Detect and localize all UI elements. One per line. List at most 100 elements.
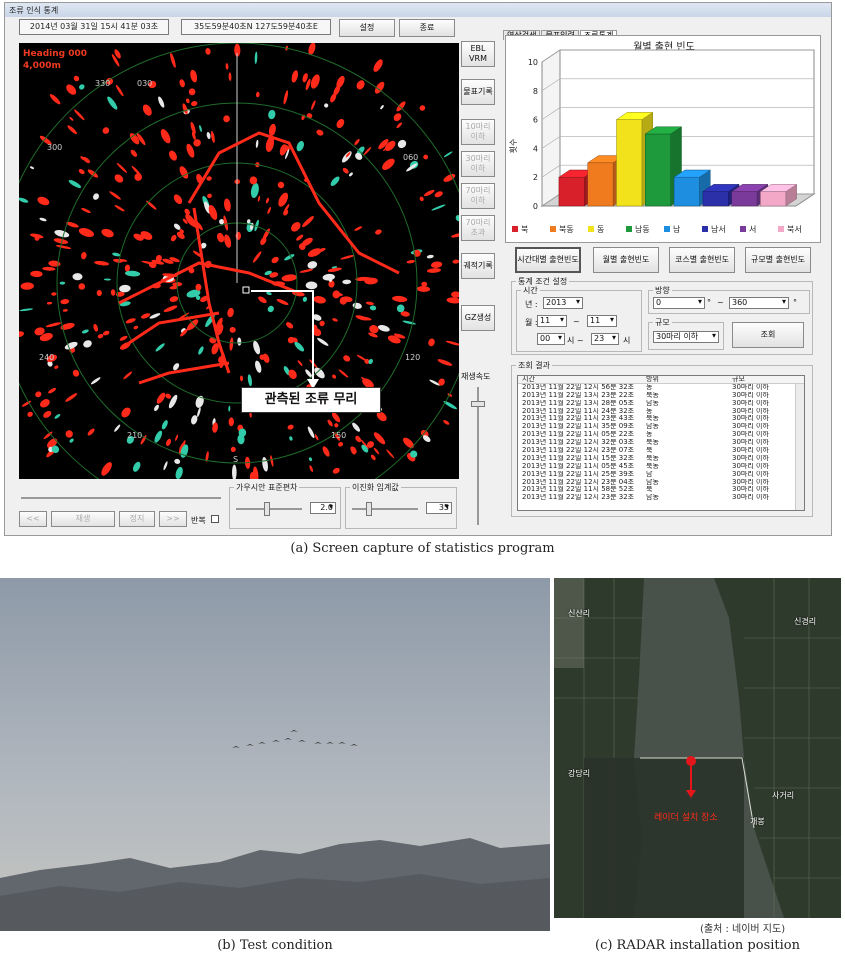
chart-bar-front — [645, 133, 671, 207]
datetime-display: 2014년 03월 31일 15시 41분 03초 — [19, 19, 169, 35]
stat-monthly-button[interactable]: 월별 출현빈도 — [593, 247, 659, 273]
row-scale: 30마리 이하 — [732, 415, 769, 423]
under-10-button[interactable]: 10마리 이하 — [461, 119, 495, 145]
legend-swatch — [588, 226, 594, 232]
direction-to-input[interactable]: 360 — [729, 297, 789, 309]
chart-bar-front — [587, 162, 614, 207]
stat-course-button[interactable]: 코스별 출현빈도 — [669, 247, 735, 273]
month-from-select[interactable]: 11 — [537, 315, 567, 327]
play-button[interactable]: 재생 — [51, 511, 115, 527]
threshold-value[interactable]: 35 — [426, 502, 452, 514]
under-70-button[interactable]: 70마리 이하 — [461, 183, 495, 209]
chart-ytick-label: 8 — [533, 87, 538, 96]
row-bearing: 북 — [646, 486, 653, 494]
bearing-150: 150 — [331, 431, 347, 440]
row-time: 2013년 11월 22일 12시 56분 32초 — [522, 383, 635, 391]
row-time: 2013년 11월 22일 11시 05분 22초 — [522, 431, 635, 439]
repeat-checkbox[interactable] — [211, 515, 219, 523]
gaussian-thumb[interactable] — [264, 502, 270, 516]
row-scale: 30마리 이하 — [732, 439, 769, 447]
prev-button[interactable]: << — [19, 511, 47, 527]
direction-from-unit: ° — [707, 298, 711, 307]
table-row[interactable]: 2013년 11월 22일 13시 28분 05초 남동 30마리 이하 — [518, 400, 804, 408]
row-time: 2013년 11월 22일 11시 58분 52초 — [522, 486, 635, 494]
row-scale: 30마리 이하 — [732, 470, 769, 478]
gz-generate-button[interactable]: GZ생성 — [461, 305, 495, 331]
timeline-slider[interactable] — [21, 497, 221, 499]
table-row[interactable]: 2013년 11월 22일 12시 23분 32초 남동 30마리 이하 — [518, 494, 804, 502]
row-scale: 30마리 이하 — [732, 478, 769, 486]
query-button[interactable]: 조회 — [732, 322, 804, 348]
chart-ytick-label: 2 — [533, 173, 538, 182]
window-title: 조류 인식 통계 — [9, 6, 59, 15]
table-row[interactable]: 2013년 11월 22일 13시 23분 22초 북동 30마리 이하 — [518, 392, 804, 400]
stat-hourly-button[interactable]: 시간대별 출현빈도 — [515, 247, 581, 273]
results-scrollbar[interactable] — [795, 384, 804, 510]
results-list[interactable]: 시간 방위 규모 2013년 11월 22일 12시 56분 32초 동 30마리 … — [517, 375, 805, 511]
table-row[interactable]: 2013년 11월 22일 12시 32분 03초 북동 30마리 이하 — [518, 439, 804, 447]
over-70-button[interactable]: 70마리 초과 — [461, 215, 495, 241]
gaussian-value[interactable]: 2.0 — [310, 502, 336, 514]
table-row[interactable]: 2013년 11월 22일 11시 05분 45초 북동 30마리 이하 — [518, 463, 804, 471]
header-bearing[interactable]: 방위 — [646, 376, 732, 383]
header-scale[interactable]: 규모 — [732, 376, 792, 383]
row-scale: 30마리 이하 — [732, 486, 769, 494]
app-window: 조류 인식 통계 2014년 03월 31일 15시 41분 03초 35도59… — [4, 2, 832, 536]
hour-unit: 시 — [623, 336, 631, 345]
scale-group: 규모 30마리 이하 — [648, 317, 724, 350]
table-row[interactable]: 2013년 11월 22일 12시 23분 07초 북 30마리 이하 — [518, 447, 804, 455]
table-row[interactable]: 2013년 11월 22일 11시 23분 43초 북동 30마리 이하 — [518, 415, 804, 423]
radar-display[interactable]: Heading 000 4,000m 330 030 060 120 150 2… — [19, 43, 459, 479]
map-source: (출처 : 네이버 지도) — [700, 924, 786, 935]
month-label: 월 : — [525, 318, 538, 327]
threshold-slider[interactable] — [352, 508, 418, 510]
table-row[interactable]: 2013년 11월 22일 11시 24분 32초 동 30마리 이하 — [518, 408, 804, 416]
stat-scale-button[interactable]: 규모별 출현빈도 — [745, 247, 811, 273]
threshold-group: 이진화 임계값 35 — [345, 482, 457, 529]
row-bearing: 북 — [646, 447, 653, 455]
row-time: 2013년 11월 22일 12시 23분 07초 — [522, 447, 635, 455]
bearing-210: 210 — [127, 431, 143, 440]
row-scale: 30마리 이하 — [732, 407, 769, 415]
direction-tilde: ~ — [717, 298, 724, 307]
month-to-select[interactable]: 11 — [587, 315, 617, 327]
stop-button[interactable]: 정지 — [119, 511, 155, 527]
settings-button[interactable]: 설정 — [339, 19, 395, 37]
row-bearing: 북동 — [646, 439, 659, 447]
gaussian-label: 가우시안 표준편차 — [234, 482, 300, 493]
sky-mountain-image — [0, 578, 550, 931]
target-record-button[interactable]: 물표기록 — [461, 79, 495, 105]
playback-speed-thumb[interactable] — [471, 401, 485, 407]
table-row[interactable]: 2013년 11월 22일 11시 15분 32초 북동 30마리 이하 — [518, 455, 804, 463]
hour-to-select[interactable]: 23 — [591, 333, 619, 345]
exit-button[interactable]: 종료 — [399, 19, 455, 37]
row-scale: 30마리 이하 — [732, 383, 769, 391]
ebl-vrm-button[interactable]: EBL VRM — [461, 41, 495, 67]
next-button[interactable]: >> — [159, 511, 187, 527]
caption-b: (b) Test condition — [217, 938, 333, 953]
year-select[interactable]: 2013 — [543, 297, 583, 309]
table-row[interactable]: 2013년 11월 22일 11시 58분 52초 북 30마리 이하 — [518, 486, 804, 494]
chart-panel: 월별 출현 빈도 횟수 0 2 4 6 8 10 북 북동 동 남동 남 남서 서 북서 — [505, 35, 821, 243]
table-row[interactable]: 2013년 11월 22일 11시 25분 39초 남 30마리 이하 — [518, 471, 804, 479]
south-marker: S — [233, 455, 239, 464]
playback-speed-slider[interactable] — [477, 387, 479, 525]
under-30-button[interactable]: 30마리 이하 — [461, 151, 495, 177]
header-time[interactable]: 시간 — [518, 376, 646, 383]
row-scale: 30마리 이하 — [732, 454, 769, 462]
hour-from-select[interactable]: 00 — [537, 333, 565, 345]
map-label-sinsanri: 신산리 — [568, 609, 591, 618]
table-row[interactable]: 2013년 11월 22일 12시 23분 04초 남동 30마리 이하 — [518, 479, 804, 487]
direction-from-input[interactable]: 0 — [653, 297, 705, 309]
table-row[interactable]: 2013년 11월 22일 11시 05분 22초 동 30마리 이하 — [518, 431, 804, 439]
threshold-thumb[interactable] — [366, 502, 372, 516]
chart-bar-front — [731, 191, 758, 207]
satellite-map: 신산리 신경리 강당리 사거리 개봉 레이더 설치 장소 — [554, 578, 841, 918]
hour-separator: 시 ~ — [567, 336, 584, 345]
map-label-singyeongri: 신경리 — [794, 617, 817, 626]
table-row[interactable]: 2013년 11월 22일 11시 35분 09초 남동 30마리 이하 — [518, 423, 804, 431]
table-row[interactable]: 2013년 11월 22일 12시 56분 32초 동 30마리 이하 — [518, 384, 804, 392]
track-record-button[interactable]: 궤적기록 — [461, 253, 495, 279]
results-header: 시간 방위 규모 — [518, 376, 804, 384]
scale-select[interactable]: 30마리 이하 — [653, 331, 719, 343]
